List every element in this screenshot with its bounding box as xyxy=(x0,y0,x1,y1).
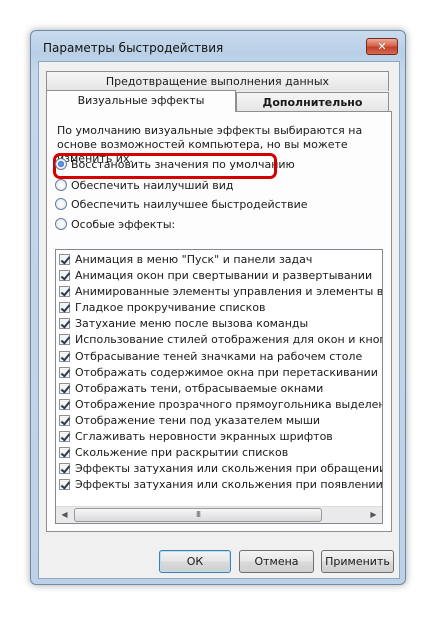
effect-label: Анимированные элементы управления и элем… xyxy=(75,285,382,299)
tab-data-execution-prevention[interactable]: Предотвращение выполнения данных xyxy=(46,71,389,91)
checkbox-icon[interactable] xyxy=(59,254,70,265)
list-item[interactable]: Отображать содержимое окна при перетаски… xyxy=(56,365,382,381)
ok-button[interactable]: ОК xyxy=(159,550,231,573)
scroll-thumb[interactable]: III xyxy=(74,508,322,522)
apply-button[interactable]: Применить xyxy=(321,550,394,573)
grip-icon: III xyxy=(195,510,201,519)
effect-label: Отбрасывание теней значками на рабочем с… xyxy=(75,349,363,363)
list-item[interactable]: Эффекты затухания или скольжения при обр… xyxy=(56,461,382,477)
list-item[interactable]: Использование стилей отображения для око… xyxy=(56,332,382,348)
list-item[interactable]: Анимированные элементы управления и элем… xyxy=(56,284,382,300)
visual-effects-panel: По умолчанию визуальные эффекты выбирают… xyxy=(46,111,392,532)
checkbox-icon[interactable] xyxy=(59,350,70,362)
radio-label: Обеспечить наилучший вид xyxy=(71,179,234,192)
tab-advanced[interactable]: Дополнительно xyxy=(236,92,389,112)
checkbox-icon[interactable] xyxy=(59,382,70,394)
checkbox-icon[interactable] xyxy=(59,414,70,426)
tab-visual-effects[interactable]: Визуальные эффекты xyxy=(46,90,236,112)
checkbox-icon[interactable] xyxy=(59,286,70,298)
radio-best-performance[interactable]: Обеспечить наилучшее быстродействие xyxy=(55,198,307,214)
checkbox-icon[interactable] xyxy=(59,431,70,443)
effect-label: Отображать содержимое окна при перетаски… xyxy=(75,365,378,379)
effect-label: Анимация в меню "Пуск" и панели задач xyxy=(75,253,313,266)
checkbox-icon[interactable] xyxy=(59,398,70,410)
title-bar[interactable]: Параметры быстродействия ✕ xyxy=(31,31,405,61)
list-item[interactable]: Отображение тени под указателем мыши xyxy=(56,413,382,429)
checkbox-icon[interactable] xyxy=(59,318,70,330)
checkbox-icon[interactable] xyxy=(59,334,70,346)
radio-label: Обеспечить наилучшее быстродействие xyxy=(71,198,308,211)
list-item[interactable]: Затухание меню после вызова команды xyxy=(56,316,382,332)
close-icon: ✕ xyxy=(377,40,387,53)
effect-label: Затухание меню после вызова команды xyxy=(75,317,309,331)
checkbox-icon[interactable] xyxy=(59,270,70,282)
effect-label: Отображение прозрачного прямоугольника в… xyxy=(75,397,382,411)
radio-button-icon[interactable] xyxy=(55,198,67,210)
checkbox-icon[interactable] xyxy=(59,302,70,314)
horizontal-scrollbar[interactable]: ◀ III ▶ xyxy=(56,506,382,523)
list-item[interactable]: Эффекты затухания или скольжения при поя… xyxy=(56,477,382,493)
dialog-client-area: Предотвращение выполнения данных Визуаль… xyxy=(38,61,400,579)
radio-best-appearance[interactable]: Обеспечить наилучший вид xyxy=(55,179,233,195)
effect-label: Эффекты затухания или скольжения при обр… xyxy=(75,462,382,476)
close-button[interactable]: ✕ xyxy=(366,38,398,55)
window-title: Параметры быстродействия xyxy=(43,41,224,55)
radio-custom-effects[interactable]: Особые эффекты: xyxy=(55,218,175,234)
effects-list-items: Анимация в меню "Пуск" и панели задач Ан… xyxy=(56,252,382,493)
scroll-right-arrow-icon[interactable]: ▶ xyxy=(365,507,382,523)
highlight-frame xyxy=(53,153,277,179)
list-item[interactable]: Отбрасывание теней значками на рабочем с… xyxy=(56,349,382,365)
list-item[interactable]: Сглаживать неровности экранных шрифтов xyxy=(56,429,382,445)
checkbox-icon[interactable] xyxy=(59,463,70,475)
effect-label: Гладкое прокручивание списков xyxy=(75,301,266,315)
effect-label: Отображение тени под указателем мыши xyxy=(75,413,321,427)
list-item[interactable]: Скольжение при раскрытии списков xyxy=(56,445,382,461)
cancel-button[interactable]: Отмена xyxy=(239,550,314,573)
radio-button-icon[interactable] xyxy=(55,158,67,170)
radio-button-icon[interactable] xyxy=(55,218,67,230)
radio-label: Особые эффекты: xyxy=(71,218,176,231)
effect-label: Скольжение при раскрытии списков xyxy=(75,446,289,460)
effect-label: Использование стилей отображения для око… xyxy=(75,333,382,347)
scroll-left-arrow-icon[interactable]: ◀ xyxy=(56,507,73,523)
checkbox-icon[interactable] xyxy=(59,447,70,459)
list-item[interactable]: Анимация окон при свертывании и разверты… xyxy=(56,268,382,284)
performance-options-window: Параметры быстродействия ✕ Предотвращени… xyxy=(30,30,406,585)
radio-button-icon[interactable] xyxy=(55,179,67,191)
effect-label: Эффекты затухания или скольжения при поя… xyxy=(75,478,382,492)
effect-label: Анимация окон при свертывании и разверты… xyxy=(75,269,373,283)
list-item[interactable]: Анимация в меню "Пуск" и панели задач xyxy=(56,252,382,268)
checkbox-icon[interactable] xyxy=(59,479,70,491)
effect-label: Отображать тени, отбрасываемые окнами xyxy=(75,381,324,395)
list-item[interactable]: Отображать тени, отбрасываемые окнами xyxy=(56,381,382,397)
effects-list[interactable]: Анимация в меню "Пуск" и панели задач Ан… xyxy=(55,249,383,524)
effect-label: Сглаживать неровности экранных шрифтов xyxy=(75,430,333,444)
list-item[interactable]: Отображение прозрачного прямоугольника в… xyxy=(56,397,382,413)
radio-restore-defaults[interactable]: Восстановить значения по умолчанию xyxy=(53,153,295,179)
list-item[interactable]: Гладкое прокручивание списков xyxy=(56,300,382,316)
checkbox-icon[interactable] xyxy=(59,366,70,378)
